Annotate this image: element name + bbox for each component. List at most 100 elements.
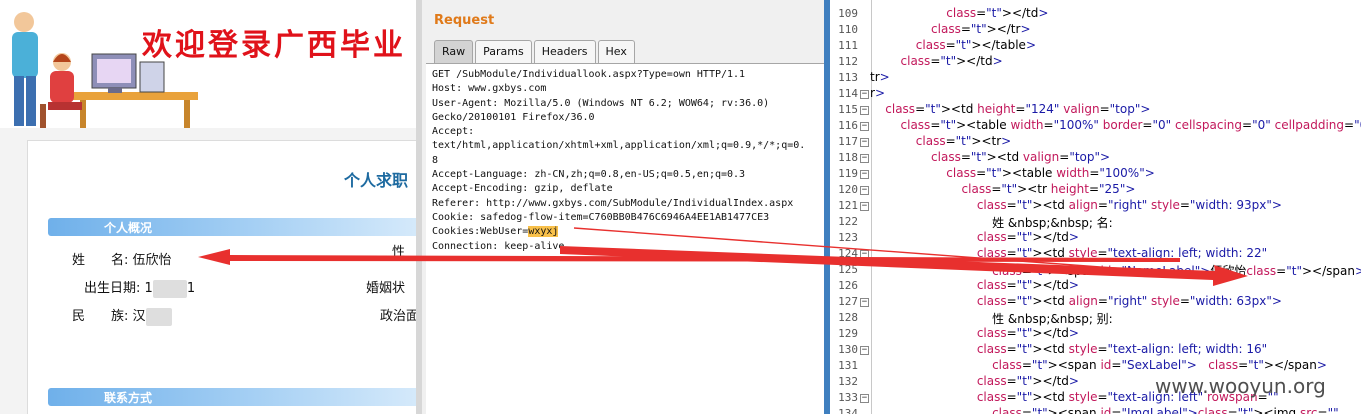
code-line: class="t"><td style="text-align: left; w… xyxy=(976,342,1268,356)
ethnic-label: 民 族: xyxy=(72,309,129,324)
redacted-ethnic xyxy=(145,307,172,326)
tab-headers[interactable]: Headers xyxy=(533,40,596,63)
line-number: 118 xyxy=(838,151,858,164)
tab-hex[interactable]: Hex xyxy=(597,40,635,63)
request-line: Connection: keep-alive xyxy=(432,240,565,252)
line-number: 110 xyxy=(838,23,858,36)
code-line: class="t"><td align="right" style="width… xyxy=(976,198,1282,212)
ethnic-row: 民 族: 汉 xyxy=(72,305,172,326)
line-number: 116 xyxy=(838,119,858,132)
request-line: Cookie: safedog-flow-item=C760BB0B476C69… xyxy=(432,211,770,223)
fold-toggle-icon[interactable]: − xyxy=(860,170,869,179)
cookie-key: Cookies:WebUser= xyxy=(432,226,529,238)
fold-toggle-icon[interactable]: − xyxy=(860,186,869,195)
line-number: 115 xyxy=(838,103,858,116)
name-label: 姓 名: xyxy=(72,253,129,268)
birth-row: 出生日期: 1 1 xyxy=(84,277,195,298)
line-number: 132 xyxy=(838,375,858,388)
code-line: class="t"><tr height="25"> xyxy=(961,182,1136,196)
code-line: class="t"><table width="100%"> xyxy=(946,166,1155,180)
fold-toggle-icon[interactable]: − xyxy=(860,122,869,131)
page-heading: 个人求职 xyxy=(344,171,409,190)
line-number: 121 xyxy=(838,199,858,212)
name-row: 姓 名: 伍欣怡 xyxy=(72,249,172,268)
section-bar-personal: 个人概况 xyxy=(48,218,416,236)
code-line: class="t"></td> xyxy=(976,278,1079,292)
tab-raw[interactable]: Raw xyxy=(434,40,474,63)
fold-toggle-icon[interactable]: − xyxy=(860,202,869,211)
line-number: 133 xyxy=(838,391,858,404)
code-line: 性 &nbsp;&nbsp; 别: xyxy=(870,312,1113,326)
code-line: class="t"><span id="NameLabel">伍欣怡class=… xyxy=(992,264,1361,278)
line-number: 117 xyxy=(838,135,858,148)
request-line: User-Agent: Mozilla/5.0 (Windows NT 6.2;… xyxy=(432,97,770,109)
code-line: class="t"></td> xyxy=(976,326,1079,340)
request-line: 8 xyxy=(432,154,439,166)
request-line: GET /SubModule/Individuallook.aspx?Type=… xyxy=(432,69,746,80)
code-line: class="t"><span id="ImgLabel">class="t">… xyxy=(992,406,1339,414)
request-line: Gecko/20100101 Firefox/36.0 xyxy=(432,111,595,123)
section-bar-contact: 联系方式 xyxy=(48,388,416,406)
code-line: class="t"><td height="124" valign="top"> xyxy=(885,102,1151,116)
code-line: class="t"></table> xyxy=(915,38,1036,52)
cookie-line: Cookies:WebUser=wxyxj xyxy=(432,225,824,239)
line-number: 119 xyxy=(838,167,858,180)
birth-value-end: 1 xyxy=(186,281,196,296)
line-number: 114 xyxy=(838,87,858,100)
line-number: 112 xyxy=(838,55,858,68)
fold-toggle-icon[interactable]: − xyxy=(860,394,869,403)
code-line: class="t"></td> xyxy=(976,374,1079,388)
code-line: class="t"><td align="right" style="width… xyxy=(976,294,1282,308)
line-number: 130 xyxy=(838,343,858,356)
line-number: 134 xyxy=(838,407,858,414)
request-text: GET /SubModule/Individuallook.aspx?Type=… xyxy=(426,64,824,254)
line-number: 128 xyxy=(838,311,858,324)
request-tabs: Raw Params Headers Hex xyxy=(434,40,637,64)
request-line: Accept: xyxy=(432,126,475,138)
code-line: class="t"></td> xyxy=(946,6,1049,20)
code-line: class="t"><table width="100%" border="0"… xyxy=(900,118,1361,132)
code-line: class="t"></td> xyxy=(900,54,1003,68)
line-gutter: 109 110 111 112 113 114−115−116−117−118−119−1… xyxy=(830,0,872,414)
line-number: 109 xyxy=(838,7,858,20)
fold-toggle-icon[interactable]: − xyxy=(860,154,869,163)
line-number: 123 xyxy=(838,231,858,244)
line-number: 120 xyxy=(838,183,858,196)
line-number: 122 xyxy=(838,215,858,228)
code-line: tr> xyxy=(870,70,890,84)
request-line: Referer: http://www.gxbys.com/SubModule/… xyxy=(432,197,794,209)
request-line: text/html,application/xhtml+xml,applicat… xyxy=(432,140,806,152)
name-value: 伍欣怡 xyxy=(132,253,172,268)
code-line: class="t"><span id="SexLabel"> class="t"… xyxy=(992,358,1327,372)
line-number: 125 xyxy=(838,263,858,276)
website-panel: 欢迎登录广西毕业 个人求职 个人概况 姓 名: 伍欣怡 性 出生日期: 1 1 婚… xyxy=(0,0,416,414)
request-editor[interactable]: GET /SubModule/Individuallook.aspx?Type=… xyxy=(426,63,824,414)
line-number: 131 xyxy=(838,359,858,372)
line-number: 127 xyxy=(838,295,858,308)
fold-toggle-icon[interactable]: − xyxy=(860,298,869,307)
section-title-personal: 个人概况 xyxy=(104,221,153,235)
code-line: class="t"><tr> xyxy=(915,134,1012,148)
source-view-panel: 109 110 111 112 113 114−115−116−117−118−119−1… xyxy=(824,0,1361,414)
gender-label: 性 xyxy=(392,245,406,260)
watermark: www.wooyun.org xyxy=(1155,374,1326,398)
redacted-birth xyxy=(152,279,187,298)
fold-toggle-icon[interactable]: − xyxy=(860,250,869,259)
fold-toggle-icon[interactable]: − xyxy=(860,106,869,115)
line-number: 111 xyxy=(838,39,858,52)
code-line: r> xyxy=(870,86,885,100)
birth-label: 出生日期: xyxy=(84,281,141,296)
politics-label: 政治面 xyxy=(380,309,416,324)
fold-toggle-icon[interactable]: − xyxy=(860,138,869,147)
fold-toggle-icon[interactable]: − xyxy=(860,346,869,355)
resume-content: 个人求职 个人概况 姓 名: 伍欣怡 性 出生日期: 1 1 婚姻状 民 族: 汉… xyxy=(27,140,416,414)
site-banner: 欢迎登录广西毕业 xyxy=(0,0,416,128)
tab-params[interactable]: Params xyxy=(475,40,532,63)
code-line: class="t"><td valign="top"> xyxy=(931,150,1111,164)
fold-toggle-icon[interactable]: − xyxy=(860,90,869,99)
request-title: Request xyxy=(434,13,495,28)
birth-value-start: 1 xyxy=(144,281,153,296)
line-number: 113 xyxy=(838,71,858,84)
request-line: Accept-Language: zh-CN,zh;q=0.8,en-US;q=… xyxy=(432,169,746,181)
line-number: 126 xyxy=(838,279,858,292)
